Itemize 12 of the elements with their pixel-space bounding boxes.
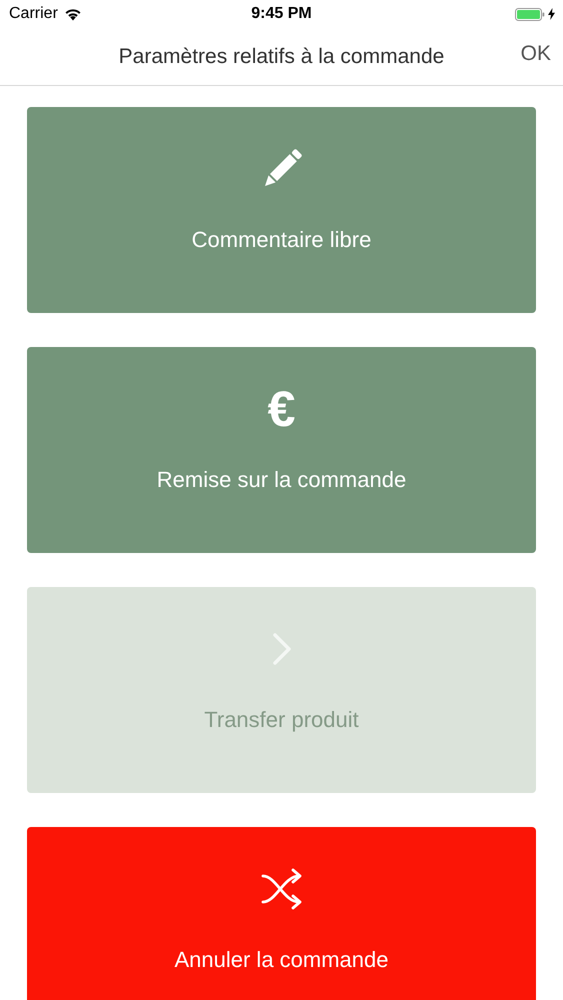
- euro-icon: €: [268, 384, 296, 434]
- status-time: 9:45 PM: [251, 5, 312, 23]
- action-button[interactable]: Commentaire libre: [27, 107, 536, 313]
- wifi-icon: [64, 8, 82, 20]
- battery-icon: [515, 8, 545, 20]
- screen-title: Paramètres relatifs à la commande: [118, 44, 444, 68]
- chevron-right-icon: [272, 632, 292, 666]
- carrier-label: Carrier: [9, 5, 58, 23]
- action-button[interactable]: Annuler la commande: [27, 827, 536, 1000]
- shuffle-icon: [260, 868, 304, 910]
- ok-button[interactable]: OK: [520, 42, 551, 66]
- action-button[interactable]: € Remise sur la commande: [27, 347, 536, 553]
